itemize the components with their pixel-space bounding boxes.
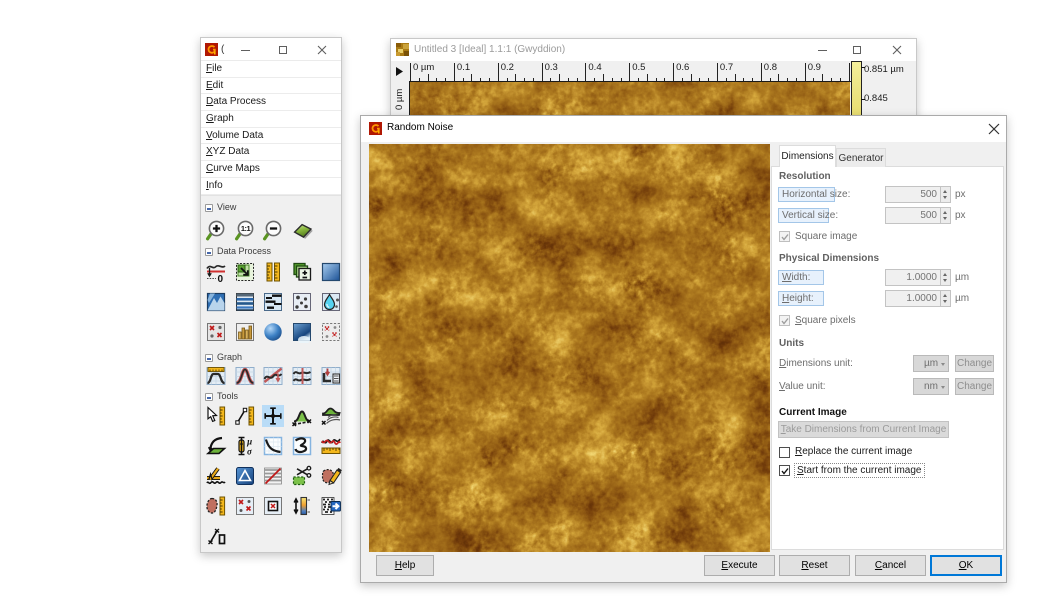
svg-text:1:1: 1:1 bbox=[241, 224, 251, 233]
svg-text:σ: σ bbox=[247, 447, 253, 457]
svg-text:µ: µ bbox=[246, 437, 252, 447]
svg-text:0: 0 bbox=[218, 274, 224, 283]
